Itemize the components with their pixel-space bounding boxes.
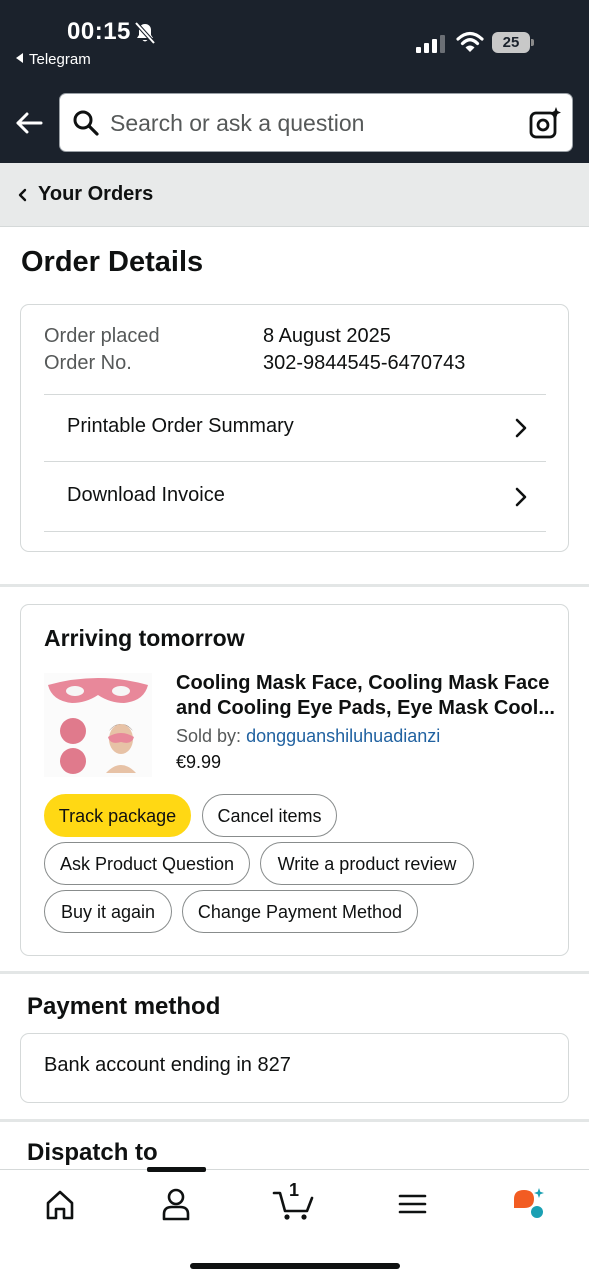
payment-method-text: Bank account ending in 827 [44,1054,291,1076]
payment-method-card: Bank account ending in 827 [20,1033,569,1103]
download-invoice-link[interactable]: Download Invoice [44,464,546,532]
chevron-right-icon [515,487,527,507]
cellular-signal-icon [416,35,445,53]
sold-by-label: Sold by: [176,726,242,746]
bottom-navigation: 1 [0,1167,589,1280]
section-divider [0,971,589,974]
back-app-label: Telegram [29,51,91,68]
battery-indicator: 25 [492,32,534,53]
page-title: Order Details [21,246,204,278]
home-indicator [190,1263,400,1269]
cart-count: 1 [289,1180,300,1200]
rufus-assistant-icon[interactable] [510,1186,550,1222]
seller-link[interactable]: dongguanshiluhuadianzi [246,726,440,746]
battery-tip [531,39,534,46]
product-image[interactable] [44,673,152,777]
order-number-label: Order No. [44,352,132,374]
ask-product-question-button[interactable]: Ask Product Question [44,842,250,885]
back-triangle-icon [16,53,23,63]
payment-method-heading: Payment method [27,993,221,1020]
app-header: 00:15 Telegram 25 [0,0,589,163]
active-tab-indicator [147,1167,206,1172]
section-divider [0,1119,589,1122]
wifi-icon [456,31,484,52]
account-icon[interactable] [156,1186,196,1222]
delivery-status: Arriving tomorrow [44,625,245,651]
printable-order-summary-link[interactable]: Printable Order Summary [44,394,546,462]
product-title-line-2: and Cooling Eye Pads, Eye Mask Cool... [176,697,555,719]
home-icon[interactable] [40,1186,80,1222]
breadcrumb[interactable]: Your Orders [0,163,589,227]
cart-button[interactable]: 1 [272,1180,316,1222]
back-to-app-link[interactable]: Telegram [16,51,91,68]
order-summary-card: Order placed 8 August 2025 Order No. 302… [20,304,569,552]
write-review-button[interactable]: Write a product review [260,842,474,885]
product-title[interactable]: Cooling Mask Face, Cooling Mask Face and… [176,671,556,721]
bell-muted-icon [134,21,156,45]
printable-order-summary-label: Printable Order Summary [67,415,294,437]
menu-icon[interactable] [392,1186,432,1222]
shipment-card: Arriving tomorrow Cooling Mask Face, Coo… [20,604,569,956]
dispatch-to-heading: Dispatch to [27,1139,158,1166]
search-icon [73,110,99,136]
search-bar[interactable] [59,93,573,152]
product-price: €9.99 [176,752,222,772]
order-number-value: 302-9844545-6470743 [263,352,466,374]
download-invoice-label: Download Invoice [67,484,225,506]
search-input[interactable] [110,104,510,142]
track-package-button[interactable]: Track package [44,794,191,837]
buy-it-again-button[interactable]: Buy it again [44,890,172,933]
product-title-line-1: Cooling Mask Face, Cooling Mask Face [176,672,550,694]
cancel-items-button[interactable]: Cancel items [202,794,337,837]
order-placed-value: 8 August 2025 [263,325,391,347]
chevron-right-icon [515,418,527,438]
status-time: 00:15 [67,18,131,45]
order-placed-label: Order placed [44,325,160,347]
change-payment-method-button[interactable]: Change Payment Method [182,890,418,933]
back-arrow-icon[interactable] [14,108,44,138]
battery-level: 25 [492,32,530,53]
sold-by: Sold by: dongguanshiluhuadianzi [176,726,440,747]
breadcrumb-label: Your Orders [38,183,154,205]
section-divider [0,584,589,587]
camera-search-icon[interactable] [528,106,562,140]
chevron-left-icon [18,188,27,202]
